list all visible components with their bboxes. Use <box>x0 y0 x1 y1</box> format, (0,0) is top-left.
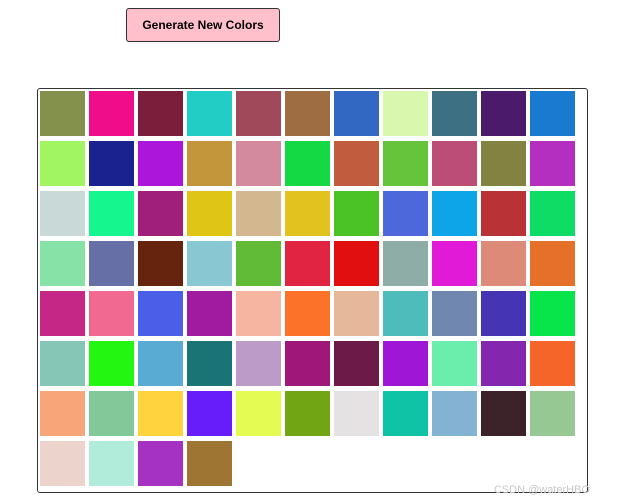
color-swatch <box>187 141 232 186</box>
color-swatch <box>530 241 575 286</box>
color-swatch <box>138 191 183 236</box>
color-swatch <box>432 141 477 186</box>
color-swatch <box>187 341 232 386</box>
color-swatch <box>383 141 428 186</box>
color-swatch <box>285 241 330 286</box>
color-swatch <box>138 441 183 486</box>
color-swatch <box>236 291 281 336</box>
color-swatch <box>187 241 232 286</box>
color-swatch <box>40 341 85 386</box>
color-grid <box>40 91 587 486</box>
color-swatch <box>89 291 134 336</box>
color-swatch <box>187 191 232 236</box>
color-swatch <box>530 141 575 186</box>
color-swatch <box>481 91 526 136</box>
color-swatch <box>138 391 183 436</box>
color-swatch <box>481 291 526 336</box>
color-swatch <box>40 391 85 436</box>
color-swatch <box>383 341 428 386</box>
color-swatch <box>530 341 575 386</box>
color-swatch <box>530 191 575 236</box>
color-swatch <box>236 191 281 236</box>
color-swatch <box>138 341 183 386</box>
color-swatch <box>334 291 379 336</box>
color-swatch <box>334 391 379 436</box>
color-swatch <box>530 291 575 336</box>
color-swatch <box>89 191 134 236</box>
color-swatch <box>138 241 183 286</box>
color-swatch <box>481 191 526 236</box>
color-swatch <box>89 91 134 136</box>
color-swatch <box>89 141 134 186</box>
color-swatch <box>236 391 281 436</box>
color-swatch <box>481 141 526 186</box>
color-swatch <box>40 291 85 336</box>
color-swatch <box>432 191 477 236</box>
color-swatch <box>334 91 379 136</box>
color-swatch <box>285 191 330 236</box>
color-swatch <box>432 341 477 386</box>
color-swatch <box>383 291 428 336</box>
color-swatch <box>40 91 85 136</box>
color-swatch <box>187 441 232 486</box>
color-swatch <box>530 391 575 436</box>
color-swatch <box>40 191 85 236</box>
color-swatch <box>530 91 575 136</box>
color-swatch <box>285 391 330 436</box>
color-swatch <box>285 91 330 136</box>
color-swatch <box>89 391 134 436</box>
color-swatch <box>432 91 477 136</box>
color-swatch <box>383 391 428 436</box>
color-swatch <box>432 391 477 436</box>
color-swatch <box>89 441 134 486</box>
color-swatch <box>236 341 281 386</box>
color-swatch <box>236 91 281 136</box>
watermark-text: CSDN @waterHBO <box>493 484 590 496</box>
color-swatch <box>383 191 428 236</box>
color-swatch <box>40 241 85 286</box>
color-swatch <box>138 141 183 186</box>
color-swatch <box>40 141 85 186</box>
color-swatch <box>285 341 330 386</box>
color-swatch <box>236 241 281 286</box>
color-swatch <box>285 291 330 336</box>
color-swatch <box>334 141 379 186</box>
color-swatch <box>89 341 134 386</box>
color-swatch <box>334 241 379 286</box>
color-swatch <box>187 391 232 436</box>
color-swatch <box>187 291 232 336</box>
color-swatch <box>481 341 526 386</box>
color-swatch <box>383 241 428 286</box>
color-swatch <box>89 241 134 286</box>
color-swatch <box>334 341 379 386</box>
color-swatch <box>40 441 85 486</box>
color-swatch <box>481 241 526 286</box>
color-swatch <box>187 91 232 136</box>
color-swatch <box>432 291 477 336</box>
color-grid-container <box>37 88 588 493</box>
generate-new-colors-button[interactable]: Generate New Colors <box>126 8 280 42</box>
color-swatch <box>432 241 477 286</box>
color-swatch <box>138 91 183 136</box>
color-swatch <box>383 91 428 136</box>
color-swatch <box>236 141 281 186</box>
color-swatch <box>334 191 379 236</box>
color-swatch <box>285 141 330 186</box>
color-swatch <box>138 291 183 336</box>
color-swatch <box>481 391 526 436</box>
page: Generate New Colors CSDN @waterHBO <box>0 0 618 500</box>
